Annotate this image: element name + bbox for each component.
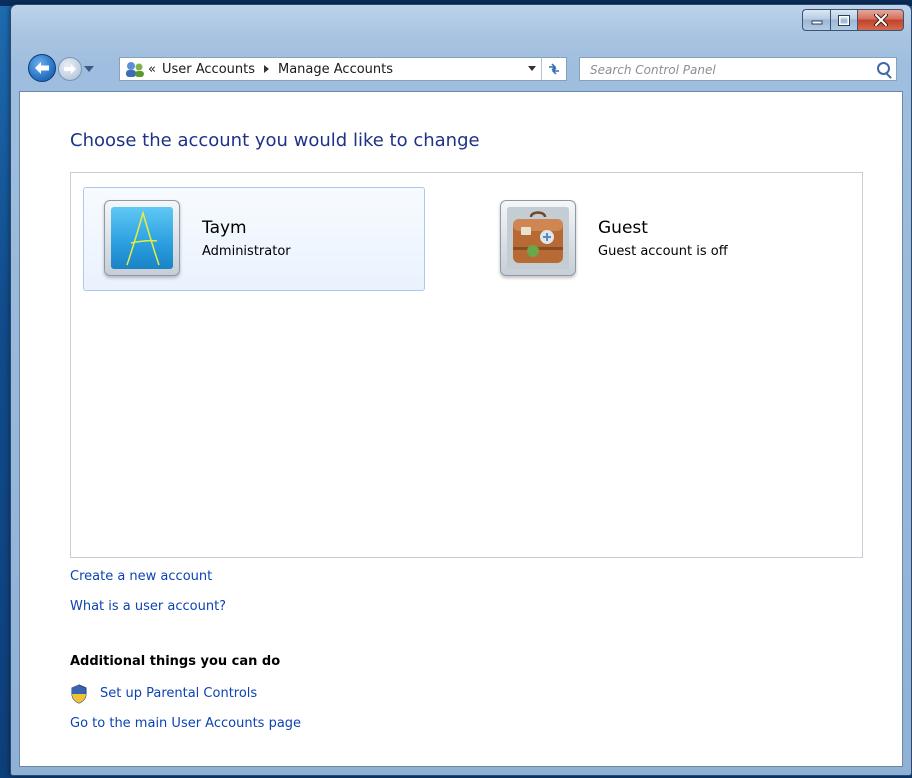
- navigation-toolbar: « User Accounts Manage Accounts: [11, 49, 909, 91]
- maximize-button[interactable]: [830, 9, 858, 31]
- account-status: Guest account is off: [598, 244, 728, 259]
- additional-things-heading: Additional things you can do: [70, 654, 281, 669]
- minimize-icon: [811, 20, 822, 25]
- parental-controls-link[interactable]: Set up Parental Controls: [100, 686, 257, 701]
- main-content: Choose the account you would like to cha…: [19, 91, 903, 767]
- account-card-guest[interactable]: Guest Guest account is off: [479, 187, 821, 291]
- arrow-left-icon: [35, 62, 49, 74]
- create-account-link[interactable]: Create a new account: [70, 569, 212, 584]
- account-card-taym[interactable]: Taym Administrator: [83, 187, 425, 291]
- accounts-list: Taym Administrator Guest Guest account i…: [70, 172, 863, 558]
- arrow-right-icon: [64, 64, 76, 74]
- close-button[interactable]: [858, 9, 904, 31]
- close-icon: [873, 14, 888, 26]
- avatar: [500, 200, 576, 276]
- refresh-icon: [549, 63, 559, 75]
- control-panel-window: « User Accounts Manage Accounts Choose t…: [10, 4, 912, 776]
- search-box: [579, 57, 897, 82]
- search-icon[interactable]: [877, 62, 890, 75]
- recent-pages-dropdown[interactable]: [84, 66, 94, 72]
- what-is-user-account-link[interactable]: What is a user account?: [70, 599, 226, 614]
- window-controls: [802, 9, 904, 31]
- breadcrumb-separator-icon[interactable]: [264, 65, 269, 73]
- letter-a-drawing-icon: [126, 210, 160, 266]
- address-bar[interactable]: « User Accounts Manage Accounts: [119, 57, 567, 81]
- suitcase-icon: [507, 207, 569, 269]
- breadcrumb-manage-accounts[interactable]: Manage Accounts: [278, 62, 393, 77]
- refresh-button[interactable]: [541, 58, 566, 80]
- maximize-icon: [838, 14, 850, 26]
- avatar: [104, 200, 180, 276]
- user-accounts-icon: [124, 60, 146, 78]
- address-dropdown-icon[interactable]: [528, 66, 536, 71]
- account-name: Guest: [598, 218, 648, 238]
- account-name: Taym: [202, 218, 247, 238]
- forward-button[interactable]: [58, 57, 82, 81]
- breadcrumb-overflow[interactable]: «: [148, 62, 156, 77]
- minimize-button[interactable]: [802, 9, 830, 31]
- main-user-accounts-link[interactable]: Go to the main User Accounts page: [70, 716, 301, 731]
- page-title: Choose the account you would like to cha…: [70, 130, 480, 151]
- search-input[interactable]: [580, 58, 878, 82]
- breadcrumb-user-accounts[interactable]: User Accounts: [162, 62, 255, 77]
- back-button[interactable]: [28, 54, 56, 82]
- shield-icon: [70, 684, 88, 704]
- account-type: Administrator: [202, 244, 291, 259]
